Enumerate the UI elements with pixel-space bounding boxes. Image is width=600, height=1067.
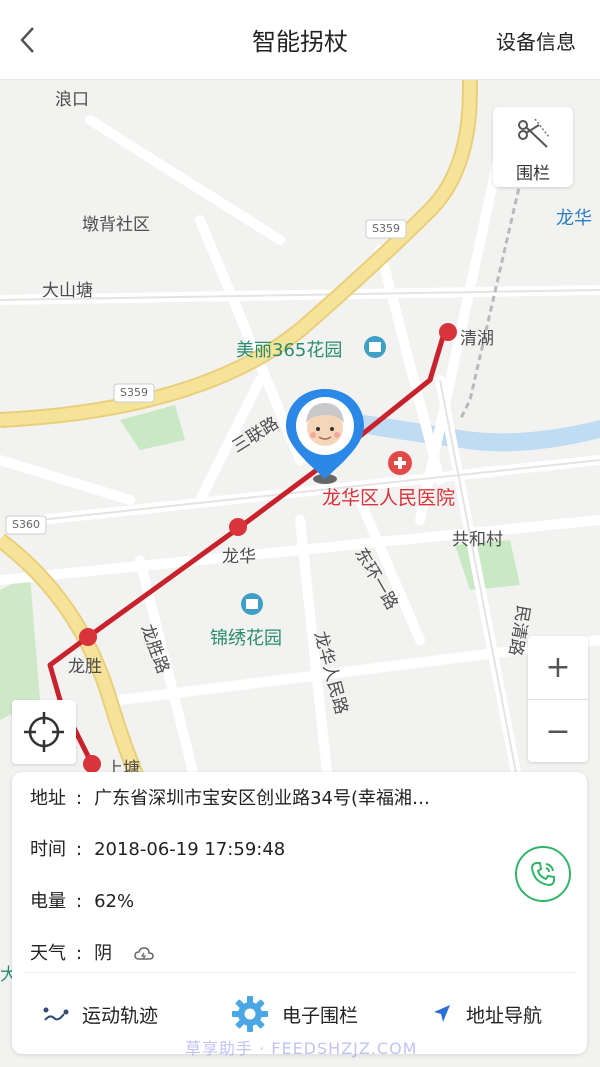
watermark: 草享助手 · FEEDSHZJZ.COM xyxy=(185,1039,418,1058)
battery-sep: : xyxy=(76,891,83,912)
time-key: 时间 xyxy=(30,839,66,860)
action-bar: 运动轨迹 电子围栏 地址导航 xyxy=(12,986,587,1042)
battery-row: 电量:62% xyxy=(30,887,134,913)
track-action-label: 运动轨迹 xyxy=(82,1004,159,1027)
address-value: 广东省深圳市宝安区创业路34号(幸福湘… xyxy=(94,788,431,809)
zoom-in-button[interactable]: + xyxy=(528,636,588,699)
map-label-s359-left: S359 xyxy=(120,386,148,399)
gear-icon xyxy=(232,996,268,1032)
phone-call-icon xyxy=(530,862,555,887)
address-sep: : xyxy=(76,788,83,809)
weather-key: 天气 xyxy=(30,943,66,964)
battery-value: 62% xyxy=(94,891,135,912)
address-key: 地址 xyxy=(30,788,66,809)
map-label-gonghe: 共和村 xyxy=(452,530,503,550)
map-label-jinxiu: 锦绣花园 xyxy=(210,628,282,649)
navigation-action-label: 地址导航 xyxy=(466,1004,543,1027)
weather-value: 阴 xyxy=(94,943,113,964)
address-row: 地址: 广东省深圳市宝安区创业路34号(幸福湘… xyxy=(30,784,430,810)
fence-button[interactable]: 围栏 xyxy=(493,107,573,187)
map-label-meili: 美丽365花园 xyxy=(236,340,343,361)
track-route-icon xyxy=(43,1007,69,1021)
map-label-longhua-top: 龙华 xyxy=(556,208,592,229)
navigation-arrow-icon xyxy=(434,1005,450,1022)
map-label-s360: S360 xyxy=(12,518,40,531)
map-label-longhua-station: 龙华 xyxy=(222,547,256,567)
map-label-dunbei: 墩背社区 xyxy=(82,215,150,235)
fence-button-label: 围栏 xyxy=(516,164,550,184)
time-sep: : xyxy=(76,839,83,860)
time-row: 时间:2018-06-19 17:59:48 xyxy=(30,835,285,861)
card-divider xyxy=(24,972,575,973)
locate-button[interactable] xyxy=(12,700,76,764)
map-label-langkou: 浪口 xyxy=(55,90,89,110)
time-value: 2018-06-19 17:59:48 xyxy=(94,839,286,860)
map-label-longsheng-station: 龙胜 xyxy=(68,657,102,677)
map-label-s359-top: S359 xyxy=(372,222,400,235)
battery-key: 电量 xyxy=(30,891,66,912)
top-bar: 智能拐杖 设备信息 xyxy=(0,0,600,80)
device-info-card: 地址: 广东省深圳市宝安区创业路34号(幸福湘… 时间:2018-06-19 17… xyxy=(12,772,587,1054)
elderly-avatar-pin-icon xyxy=(286,389,364,484)
call-button[interactable] xyxy=(515,846,571,902)
fence-action-button[interactable]: 电子围栏 xyxy=(230,986,358,1042)
crosshair-icon xyxy=(24,712,64,752)
track-action-button[interactable]: 运动轨迹 xyxy=(42,986,158,1042)
zoom-controls: + − xyxy=(528,636,588,762)
device-location-marker[interactable] xyxy=(282,385,368,495)
weather-row: 天气: 阴 xyxy=(30,939,154,965)
cloudy-weather-icon xyxy=(134,947,154,960)
zoom-out-button[interactable]: − xyxy=(528,699,588,762)
fence-action-label: 电子围栏 xyxy=(282,1004,359,1027)
navigation-action-button[interactable]: 地址导航 xyxy=(430,986,542,1042)
map-label-qinghu: 清湖 xyxy=(460,329,494,349)
fence-scissors-icon xyxy=(518,118,550,148)
device-info-button[interactable]: 设备信息 xyxy=(496,26,576,55)
map-label-dashantang: 大山塘 xyxy=(42,281,93,301)
weather-sep: : xyxy=(76,943,83,964)
